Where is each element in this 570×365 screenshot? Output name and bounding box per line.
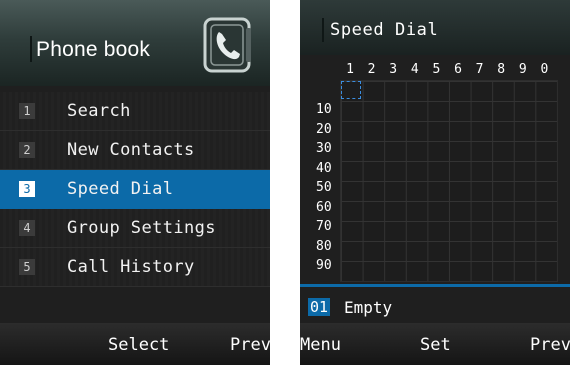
grid-column-label: 1 [346,62,354,77]
selected-slot-status: Empty [344,298,393,317]
select-softkey[interactable]: Select [108,335,169,355]
page-title: Phone book [36,38,151,61]
speed-dial-grid[interactable] [340,80,558,282]
menu-item-new-contacts[interactable]: 2 New Contacts [0,131,270,170]
grid-column-label: 3 [389,62,398,77]
grid-column-label: 0 [540,62,549,77]
speed-dial-header: Speed Dial [300,0,570,55]
grid-row-label: 20 [316,121,332,137]
grid-column-label: 4 [410,62,419,77]
grid-row-label: 70 [316,219,332,234]
softkey-bar: Select Prev [0,323,270,365]
softkey-bar: Menu Set Prev [300,323,570,365]
selection-cursor [341,81,361,99]
grid-column-label: 2 [367,62,376,77]
menu-number-badge: 5 [19,259,35,275]
contact-book-icon [203,17,251,73]
grid-row-label: 30 [316,141,332,156]
grid-column-label: 5 [432,62,441,77]
menu-item-label: Speed Dial [67,179,174,199]
title-accent-bar [322,18,324,42]
grid-row-label: 40 [316,160,332,176]
prev-softkey[interactable]: Prev [230,335,270,355]
set-softkey[interactable]: Set [420,335,451,355]
menu-item-label: Group Settings [67,218,216,238]
menu-number-badge: 2 [19,142,35,158]
menu-number-badge: 4 [19,220,35,236]
menu-item-speed-dial[interactable]: 3 Speed Dial [0,170,270,209]
menu-item-call-history[interactable]: 5 Call History [0,248,270,287]
grid-row-label: 50 [316,180,332,195]
menu-item-label: New Contacts [67,140,195,160]
grid-column-label: 8 [497,62,506,77]
title-accent-bar [30,36,32,62]
menu-item-group-settings[interactable]: 4 Group Settings [0,209,270,248]
grid-row-label: 80 [316,238,332,254]
selected-slot-number: 01 [308,298,331,316]
speed-dial-screen: Speed Dial 1234567890 10 20 30 40 50 60 70 80 90… [300,0,570,365]
phonebook-screen: Phone book 1 Search 2 New Contacts 3 Spe… [0,0,270,365]
grid-column-label: 7 [475,62,484,77]
grid-row-label: 90 [316,258,332,273]
grid-column-label: 9 [518,62,527,77]
prev-softkey[interactable]: Prev [530,335,570,355]
phonebook-header: Phone book [0,0,270,86]
menu-item-label: Call History [67,257,195,277]
menu-number-badge: 1 [19,103,35,119]
grid-row-label: 10 [316,102,332,117]
status-divider [300,284,570,287]
menu-item-search[interactable]: 1 Search [0,92,270,131]
grid-row-label: 60 [316,199,332,215]
menu-number-badge: 3 [19,181,35,197]
menu-softkey[interactable]: Menu [300,335,341,355]
grid-column-label: 6 [454,62,462,77]
menu-item-label: Search [67,101,131,121]
page-title: Speed Dial [330,20,439,40]
